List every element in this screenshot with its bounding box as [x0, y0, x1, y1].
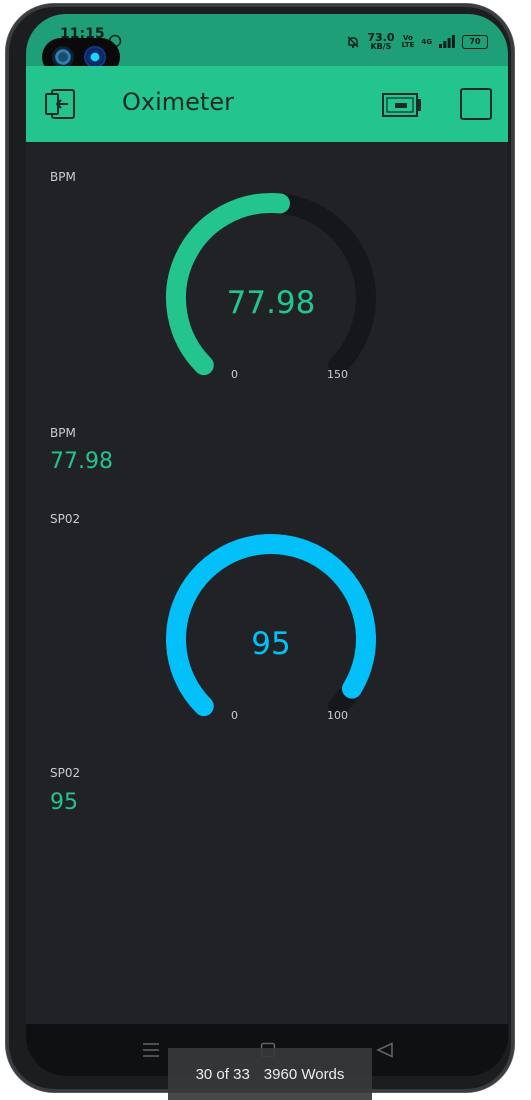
signal-icon — [439, 35, 455, 48]
battery-indicator: 70 — [462, 34, 488, 49]
spo2-display-value: 95 — [50, 790, 78, 815]
menu-icon[interactable] — [142, 1042, 160, 1058]
page-title: Oximeter — [122, 88, 234, 116]
back-triangle-icon[interactable] — [376, 1042, 394, 1058]
bpm-gauge-max: 150 — [327, 368, 348, 381]
bpm-display-value: 77.98 — [50, 449, 113, 474]
app-bar: Oximeter — [26, 66, 508, 142]
bpm-gauge-min: 0 — [231, 368, 238, 381]
camera-lens-icon — [84, 46, 106, 68]
phone-frame: 11:15 73.0 KB/S Vo LTE 4G 70 Oximeter BP… — [6, 4, 514, 1092]
net-speed: 73.0 KB/S — [367, 32, 394, 51]
device-icon[interactable] — [381, 92, 423, 118]
spo2-gauge-value: 95 — [251, 626, 291, 662]
word-count-toast: 30 of 33 3960 Words — [168, 1048, 372, 1100]
screen: 11:15 73.0 KB/S Vo LTE 4G 70 Oximeter BP… — [26, 14, 508, 1076]
camera-lens-icon — [52, 46, 74, 68]
spo2-gauge-max: 100 — [327, 709, 348, 722]
status-bar: 11:15 73.0 KB/S Vo LTE 4G 70 — [26, 14, 508, 76]
bpm-gauge[interactable]: 77.98 0 150 — [150, 182, 392, 392]
status-icons: 73.0 KB/S Vo LTE 4G 70 — [346, 32, 488, 51]
network-type: 4G — [421, 37, 432, 46]
bpm-gauge-label: BPM — [50, 170, 76, 184]
mute-bell-icon — [347, 36, 359, 48]
spo2-gauge[interactable]: 95 0 100 — [150, 523, 392, 733]
square-icon[interactable] — [460, 88, 492, 120]
bpm-gauge-value: 77.98 — [226, 285, 316, 321]
page-counter: 30 of 33 — [195, 1065, 250, 1083]
bpm-display-label: BPM — [50, 426, 76, 440]
spo2-gauge-min: 0 — [231, 709, 238, 722]
exit-icon[interactable] — [44, 88, 78, 120]
volte-bottom: LTE — [401, 40, 415, 49]
spo2-gauge-label: SP02 — [50, 512, 81, 526]
net-speed-unit: KB/S — [370, 42, 392, 51]
word-count: 3960 Words — [263, 1065, 345, 1083]
spo2-display-label: SP02 — [50, 766, 81, 780]
volte-indicator: Vo LTE — [401, 34, 415, 49]
